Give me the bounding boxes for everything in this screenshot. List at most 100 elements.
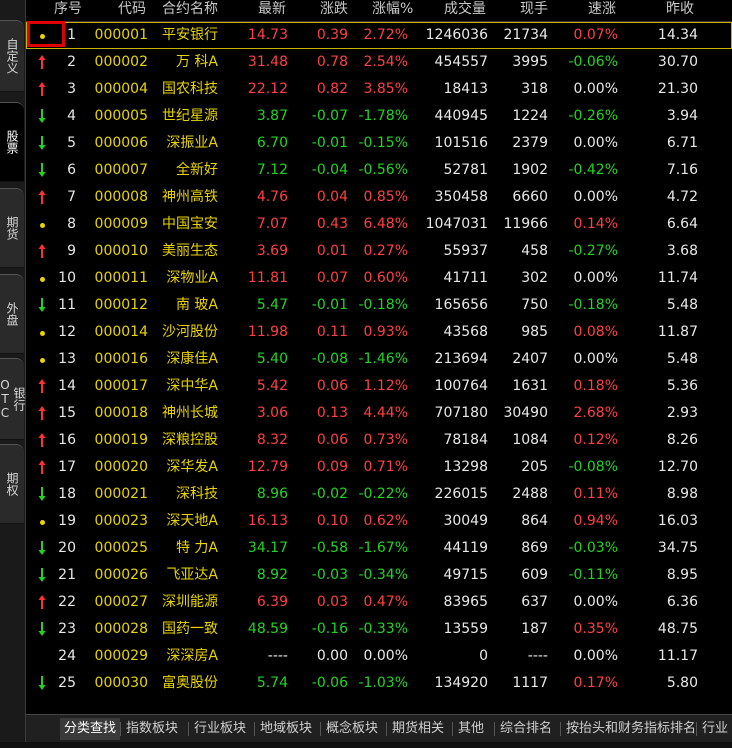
cell-volume: 165656 <box>434 297 488 313</box>
header-change[interactable]: 涨跌 <box>320 0 348 20</box>
tab-separator <box>452 722 453 736</box>
table-row[interactable]: 7 000008 神州高铁 4.76 0.04 0.85% 350458 6660 0.00% 4… <box>26 184 732 211</box>
header-hand[interactable]: 现手 <box>520 0 548 20</box>
cell-name: 中国宝安 <box>162 216 218 232</box>
table-row[interactable]: 19 000023 深天地A 16.13 0.10 0.62% 30049 864 0.94% 1… <box>26 508 732 535</box>
table-row[interactable]: 6 000007 全新好 7.12 -0.04 -0.56% 52781 1902 -0.42%… <box>26 157 732 184</box>
cell-volume: 78184 <box>443 432 488 448</box>
table-row[interactable]: 14 000017 深中华A 5.42 0.06 1.12% 100764 1631 0.18%… <box>26 373 732 400</box>
cell-pct: 0.27% <box>363 243 408 259</box>
table-row[interactable]: 10 000011 深物业A 11.81 0.07 0.60% 41711 302 0.00% 1… <box>26 265 732 292</box>
cell-name: 美丽生态 <box>162 243 218 259</box>
header-volume[interactable]: 成交量 <box>444 0 486 20</box>
cell-change: 0.07 <box>316 270 348 286</box>
cell-pct: 0.47% <box>363 594 408 610</box>
bottom-tab[interactable]: 按抬头和财务指标排名 <box>566 718 696 740</box>
header-name[interactable]: 合约名称 <box>162 0 218 20</box>
cell-change: 0.78 <box>316 54 348 70</box>
cell-change: -0.01 <box>311 135 348 151</box>
cell-no: 8 <box>67 216 76 232</box>
tab-separator <box>320 722 321 736</box>
bottom-tab[interactable]: 概念板块 <box>326 718 378 740</box>
cell-speed: 0.35% <box>573 621 618 637</box>
cell-name: 深深房A <box>166 648 218 664</box>
table-row[interactable]: 18 000021 深科技 8.96 -0.02 -0.22% 226015 2488 0.11… <box>26 481 732 508</box>
table-row[interactable]: 22 000027 深圳能源 6.39 0.03 0.47% 83965 637 0.00% 6.… <box>26 589 732 616</box>
cell-change: 0.04 <box>316 189 348 205</box>
table-row[interactable]: 21 000026 飞亚达A 8.92 -0.03 -0.34% 49715 609 -0.11… <box>26 562 732 589</box>
cell-hand: 637 <box>521 594 548 610</box>
table-row[interactable]: 16 000019 深粮控股 8.32 0.06 0.73% 78184 1084 0.12% 8… <box>26 427 732 454</box>
quote-window: 自定义 股票 期货 外盘 银行OTC 期权 序号 代码 合约名称 最新 涨跌 涨… <box>0 0 732 748</box>
bottom-tab[interactable]: 行业 <box>702 718 728 740</box>
tab-custom[interactable]: 自定义 <box>0 20 24 92</box>
cell-volume: 100764 <box>434 378 488 394</box>
bottom-tab[interactable]: 指数板块 <box>126 718 178 740</box>
cell-speed: 0.18% <box>573 378 618 394</box>
tab-custom-label: 自定义 <box>5 38 19 74</box>
bottom-tab[interactable]: 综合排名 <box>500 718 552 740</box>
bottom-tab[interactable]: 分类查找 <box>60 718 121 740</box>
cell-pct: -0.15% <box>358 135 408 151</box>
table-row[interactable]: 4 000005 世纪星源 3.87 -0.07 -1.78% 440945 1224 -0.2… <box>26 103 732 130</box>
cell-code: 000006 <box>94 135 148 151</box>
table-row[interactable]: 2 000002 万 科A 31.48 0.78 2.54% 454557 3995 -0.06… <box>26 49 732 76</box>
bottom-tab[interactable]: 地域板块 <box>260 718 312 740</box>
cell-prev: 6.71 <box>666 135 698 151</box>
table-row[interactable]: 23 000028 国药一致 48.59 -0.16 -0.33% 13559 187 0.35… <box>26 616 732 643</box>
header-no[interactable]: 序号 <box>54 0 82 20</box>
header-code[interactable]: 代码 <box>118 0 146 20</box>
cell-speed: 0.00% <box>573 81 618 97</box>
cell-prev: 12.70 <box>657 459 698 475</box>
table-row[interactable]: 24 000029 深深房A ---- 0.00 0.00% 0 ---- 0.00% 11.17 <box>26 643 732 670</box>
tab-foreign[interactable]: 外盘 <box>0 274 24 354</box>
cell-no: 3 <box>67 81 76 97</box>
table-row[interactable]: 25 000030 富奥股份 5.74 -0.06 -1.03% 134920 1117 0.1… <box>26 670 732 697</box>
cell-speed: -0.08% <box>568 459 618 475</box>
table-row[interactable]: 20 000025 特 力A 34.17 -0.58 -1.67% 44119 869 -0.0… <box>26 535 732 562</box>
cell-name: 深振业A <box>166 135 218 151</box>
cell-change: 0.06 <box>316 378 348 394</box>
table-row[interactable]: 3 000004 国农科技 22.12 0.82 3.85% 18413 318 0.00% 21… <box>26 76 732 103</box>
cell-no: 5 <box>67 135 76 151</box>
tab-stocks[interactable]: 股票 <box>0 102 24 182</box>
cell-hand: 6660 <box>512 189 548 205</box>
table-row[interactable]: 12 000014 沙河股份 11.98 0.11 0.93% 43568 985 0.08% 1… <box>26 319 732 346</box>
bottom-tab[interactable]: 期货相关 <box>392 718 444 740</box>
tab-bank-otc[interactable]: 银行OTC <box>0 358 26 440</box>
cell-pct: 0.85% <box>363 189 408 205</box>
cell-hand: 11966 <box>503 216 548 232</box>
table-row[interactable]: 17 000020 深华发A 12.79 0.09 0.71% 13298 205 -0.08%… <box>26 454 732 481</box>
status-dot-icon <box>34 319 50 346</box>
cell-speed: 0.17% <box>573 675 618 691</box>
table-row[interactable]: 1 000001 平安银行 14.73 0.39 2.72% 1246036 21734 0.0… <box>26 22 732 49</box>
cell-no: 10 <box>58 270 76 286</box>
cell-volume: 13559 <box>443 621 488 637</box>
tab-options[interactable]: 期权 <box>0 444 24 524</box>
cell-speed: 2.68% <box>573 405 618 421</box>
header-pct[interactable]: 涨幅% <box>372 0 413 20</box>
table-row[interactable]: 5 000006 深振业A 6.70 -0.01 -0.15% 101516 2379 0.00… <box>26 130 732 157</box>
cell-code: 000012 <box>94 297 148 313</box>
table-row[interactable]: 9 000010 美丽生态 3.69 0.01 0.27% 55937 458 -0.27% 3.… <box>26 238 732 265</box>
status-dot-icon <box>34 508 50 535</box>
table-row[interactable]: 15 000018 神州长城 3.06 0.13 4.44% 707180 30490 2.68… <box>26 400 732 427</box>
cell-last: 3.87 <box>256 108 288 124</box>
cell-no: 11 <box>58 297 76 313</box>
table-row[interactable]: 11 000012 南 玻A 5.47 -0.01 -0.18% 165656 750 -0.1… <box>26 292 732 319</box>
bottom-tab[interactable]: 行业板块 <box>194 718 246 740</box>
table-row[interactable]: 8 000009 中国宝安 7.07 0.43 6.48% 1047031 11966 0.14… <box>26 211 732 238</box>
tab-futures-label: 期货 <box>5 216 19 240</box>
bottom-tab[interactable]: 其他 <box>458 718 484 740</box>
cell-speed: 0.11% <box>573 486 618 502</box>
table-row[interactable]: 13 000016 深康佳A 5.40 -0.08 -1.46% 213694 2407 0.0… <box>26 346 732 373</box>
cell-volume: 0 <box>479 648 488 664</box>
cell-no: 18 <box>58 486 76 502</box>
header-prev[interactable]: 昨收 <box>666 0 694 20</box>
cell-change: -0.01 <box>311 297 348 313</box>
tab-futures[interactable]: 期货 <box>0 188 24 268</box>
cell-speed: -0.03% <box>568 540 618 556</box>
header-last[interactable]: 最新 <box>258 0 286 20</box>
tab-options-label: 期权 <box>5 472 19 496</box>
header-speed[interactable]: 速涨 <box>588 0 616 20</box>
